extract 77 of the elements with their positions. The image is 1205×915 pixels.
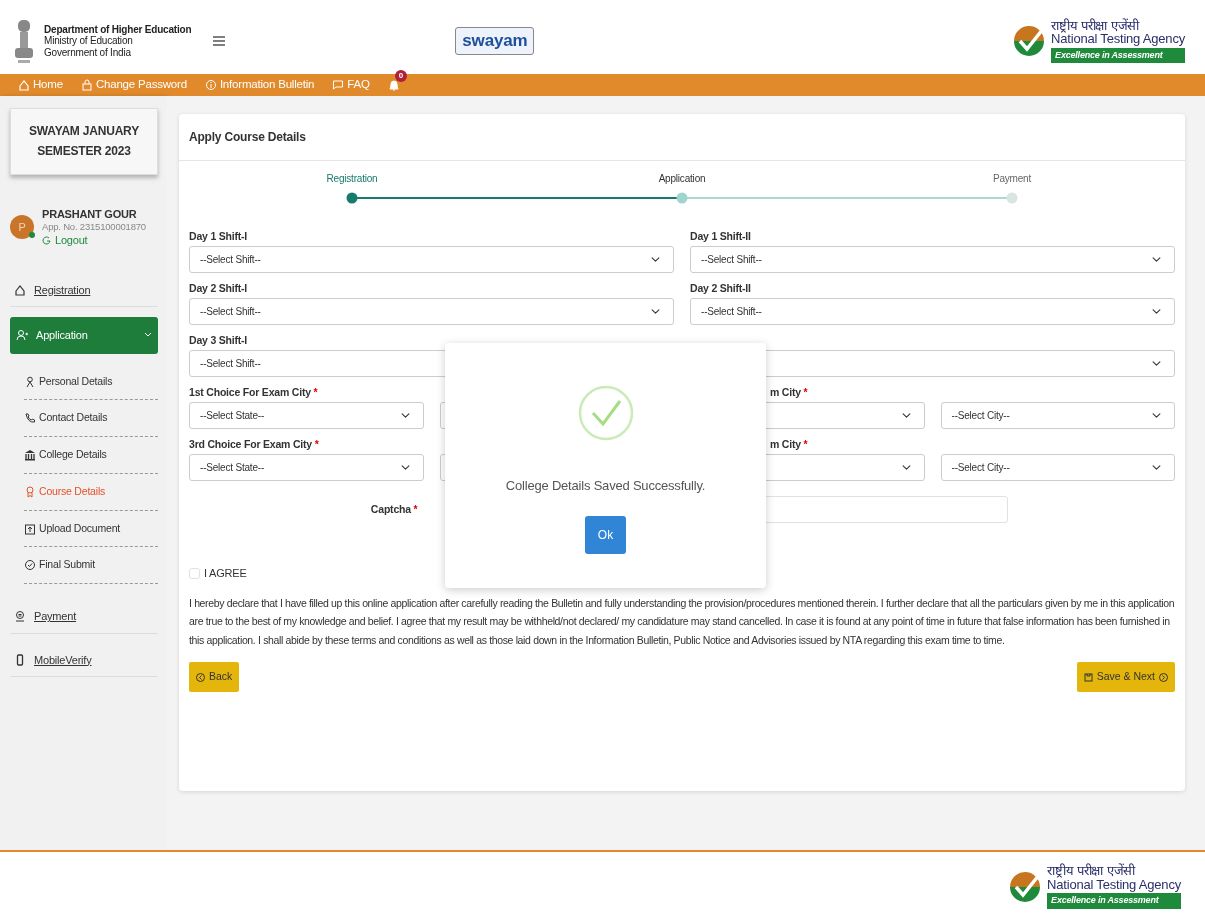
payment-icon xyxy=(14,610,26,623)
agency-hindi-name: राष्ट्रीय परीक्षा एजेंसी xyxy=(1051,18,1141,33)
field-label: Day 2 Shift-II xyxy=(690,281,752,295)
bell-icon[interactable] xyxy=(387,78,400,92)
lock-icon xyxy=(80,79,93,91)
user-add-icon xyxy=(16,329,28,342)
avatar-initial: P xyxy=(18,220,26,235)
department-text: Department of Higher Education xyxy=(44,23,192,36)
emblem-drawing xyxy=(12,18,36,64)
sidebar-submenu-item[interactable]: Personal Details xyxy=(24,363,158,401)
sidebar-menu-item[interactable]: Payment xyxy=(10,600,158,634)
circle-arrow-icon xyxy=(196,672,205,682)
sidebar-submenu-item[interactable]: College Details xyxy=(24,437,158,474)
select-field[interactable]: --Select Shift-- xyxy=(189,298,674,325)
sidebar-submenu-item[interactable]: Contact Details xyxy=(24,400,158,438)
upload-icon xyxy=(24,522,36,535)
field-label: Day 2 Shift-I xyxy=(189,281,249,295)
circle-arrow-icon xyxy=(1159,672,1168,682)
select-field[interactable]: --Select State-- xyxy=(189,454,424,481)
check-circle-icon xyxy=(24,559,36,572)
logout-link[interactable]: Logout xyxy=(42,233,146,248)
select-field[interactable]: --Select Shift-- xyxy=(690,246,1175,273)
logout-icon xyxy=(42,236,51,246)
person-icon xyxy=(24,375,36,388)
notification-badge: 0 xyxy=(394,69,407,82)
step-label: Application xyxy=(658,172,706,186)
field-label: 1st Choice For Exam City * xyxy=(189,386,318,398)
field-label: m City * xyxy=(770,438,808,450)
exam-title-card: SWAYAM JANUARY SEMESTER 2023 xyxy=(10,108,158,175)
menu-icon[interactable] xyxy=(213,36,226,46)
card-title: Apply Course Details xyxy=(179,114,1185,161)
declaration-text: I hereby declare that I have filled up this online application after carefully reading the Bulletin and fully understanding the provision/procedures mentioned therein. I further declare that all the particulars given by me in this application are true to the best of my knowledge and belief. I agree that my result may be withheld/not declared/ my candidature may stand cancelled. In case it is found at any point of time in future that false information has been furnished in this application. I shall abide by these terms and conditions as well as those laid down in the Information Bulletin, Public Notice and Advisories issued by NTA regarding this exam time to time. xyxy=(189,595,1175,649)
field-label: Day 1 Shift-II xyxy=(690,229,752,243)
application-number: App. No. 2315100001870 xyxy=(42,221,146,234)
mobile-icon xyxy=(14,653,26,666)
agency-name: National Testing Agency xyxy=(1051,32,1185,47)
department-text: Government of India xyxy=(44,46,132,59)
step-label: Registration xyxy=(326,172,378,186)
select-field[interactable]: --Select Shift-- xyxy=(189,246,674,273)
bank-icon xyxy=(24,449,36,462)
online-status-dot xyxy=(29,232,35,239)
step-label: Payment xyxy=(992,172,1032,186)
agency-tagline: Excellence in Assessment xyxy=(1051,47,1185,64)
sidebar-submenu-item[interactable]: Course Details xyxy=(24,473,158,511)
sidebar-menu-item[interactable]: MobileVerify xyxy=(10,643,158,678)
sidebar-submenu-item[interactable]: Final Submit xyxy=(24,547,158,585)
agency-name: National Testing Agency xyxy=(1047,877,1181,893)
swayam-logo: swayam xyxy=(455,27,535,55)
field-label: 3rd Choice For Exam City * xyxy=(189,438,319,450)
sidebar-submenu-item[interactable]: Upload Document xyxy=(24,510,158,548)
agency-hindi-name: राष्ट्रीय परीक्षा एजेंसी xyxy=(1047,864,1137,878)
ok-button[interactable]: Ok xyxy=(584,515,627,554)
modal-message: College Details Saved Successfully. xyxy=(505,477,706,495)
department-text: Ministry of Education xyxy=(44,35,134,47)
field-label: Day 1 Shift-I xyxy=(189,229,249,243)
info-icon xyxy=(204,79,217,91)
home-icon xyxy=(14,283,26,296)
field-label: Day 3 Shift-I xyxy=(189,333,249,347)
chat-icon xyxy=(332,79,345,91)
select-field[interactable]: --Select State-- xyxy=(189,402,424,429)
sidebar-menu-item[interactable]: Registration xyxy=(10,273,158,308)
select-field[interactable]: --Select City-- xyxy=(940,402,1175,429)
field-label: m City * xyxy=(770,386,808,398)
field-label: Captcha * xyxy=(370,503,418,516)
agency-tagline: Excellence in Assessment xyxy=(1047,893,1181,909)
back-button[interactable]: Back xyxy=(189,662,240,692)
select-field[interactable]: --Select City-- xyxy=(940,454,1175,481)
award-icon xyxy=(24,485,36,498)
save-next-button[interactable]: Save & Next xyxy=(1076,662,1175,692)
agree-checkbox[interactable] xyxy=(189,567,200,579)
agree-label: I AGREE xyxy=(204,566,247,581)
home-icon xyxy=(18,79,30,91)
sidebar-menu-item[interactable]: Application xyxy=(10,317,158,354)
phone-icon xyxy=(24,412,36,425)
save-icon xyxy=(1083,672,1093,682)
user-name: PRASHANT GOUR xyxy=(42,206,138,222)
select-field[interactable]: --Select Shift-- xyxy=(690,298,1175,325)
